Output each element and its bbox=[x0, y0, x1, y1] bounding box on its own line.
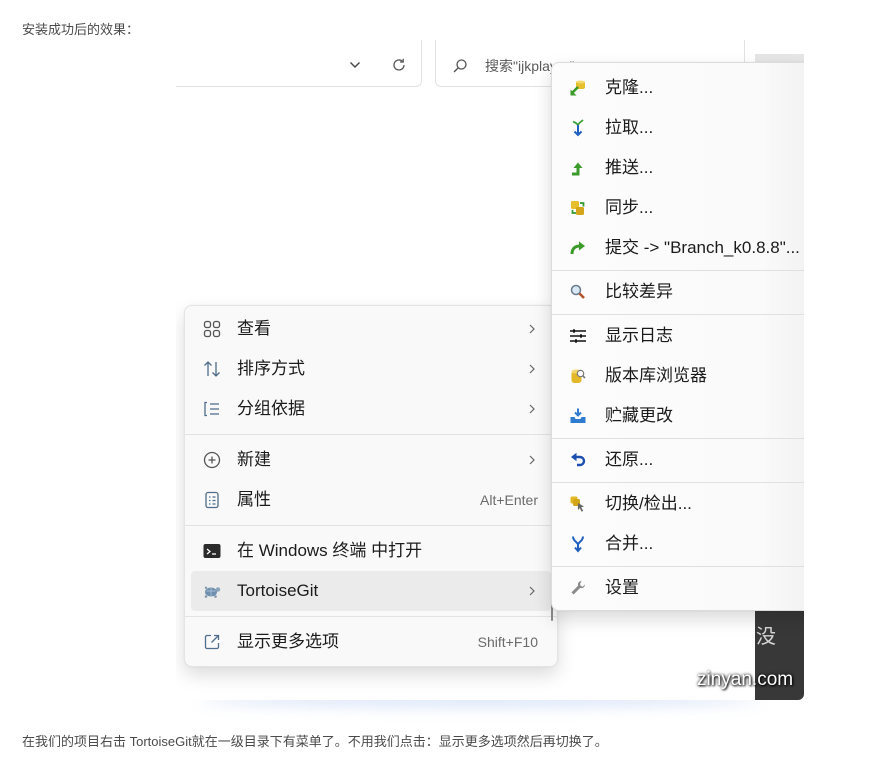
chevron-right-icon bbox=[527, 454, 537, 466]
chevron-right-icon bbox=[527, 323, 537, 335]
context-menu: 查看 排序方式 分组依据 新建 属性 Alt+Enter 在 Windows 终… bbox=[184, 305, 558, 667]
sub-item-switch-checkout[interactable]: 切换/检出... bbox=[552, 484, 804, 524]
context-menu-item-group-by[interactable]: 分组依据 bbox=[191, 389, 551, 429]
diff-icon bbox=[569, 283, 587, 301]
search-icon bbox=[452, 58, 468, 74]
submenu-label: 显示日志 bbox=[605, 326, 673, 345]
sub-item-repo-browser[interactable]: 版本库浏览器 bbox=[552, 356, 804, 396]
caption-top: 安装成功后的效果： bbox=[22, 22, 140, 37]
clone-icon bbox=[569, 79, 587, 97]
context-menu-label: 排序方式 bbox=[237, 359, 305, 378]
tortoisegit-submenu: 克隆... 拉取... 推送... 同步... 提交 -> "Branch_k0… bbox=[551, 62, 804, 611]
context-menu-label: 查看 bbox=[237, 319, 271, 338]
sub-item-revert[interactable]: 还原... bbox=[552, 440, 804, 480]
context-menu-item-open-in-terminal[interactable]: 在 Windows 终端 中打开 bbox=[191, 531, 551, 571]
chevron-right-icon bbox=[527, 403, 537, 415]
context-menu-item-view[interactable]: 查看 bbox=[191, 309, 551, 349]
context-menu-label: 属性 bbox=[237, 490, 271, 509]
menu-separator bbox=[185, 525, 557, 526]
shortcut-label: Alt+Enter bbox=[480, 492, 538, 508]
revert-icon bbox=[569, 451, 587, 469]
context-menu-label: 显示更多选项 bbox=[237, 632, 339, 651]
explorer-screenshot: 搜索"ijkplayer" 没 查看 排序方式 分组依据 新建 属性 Alt+E… bbox=[176, 40, 804, 700]
sub-item-stash[interactable]: 贮藏更改 bbox=[552, 396, 804, 436]
menu-separator bbox=[552, 314, 804, 315]
context-menu-item-show-more-options[interactable]: 显示更多选项 Shift+F10 bbox=[191, 622, 551, 662]
new-icon bbox=[202, 450, 222, 470]
settings-icon bbox=[569, 579, 587, 597]
context-menu-label: 分组依据 bbox=[237, 399, 305, 418]
sub-item-pull[interactable]: 拉取... bbox=[552, 108, 804, 148]
menu-separator bbox=[552, 482, 804, 483]
sub-item-merge[interactable]: 合并... bbox=[552, 524, 804, 564]
context-menu-item-new[interactable]: 新建 bbox=[191, 440, 551, 480]
view-grid-icon bbox=[202, 319, 222, 339]
tortoisegit-icon bbox=[202, 581, 222, 601]
properties-icon bbox=[202, 490, 222, 510]
sub-item-diff[interactable]: 比较差异 bbox=[552, 272, 804, 312]
log-icon bbox=[569, 327, 587, 345]
submenu-label: 版本库浏览器 bbox=[605, 366, 707, 385]
context-menu-item-properties[interactable]: 属性 Alt+Enter bbox=[191, 480, 551, 520]
sub-item-commit[interactable]: 提交 -> "Branch_k0.8.8"... bbox=[552, 228, 804, 268]
group-by-icon bbox=[202, 399, 222, 419]
context-menu-label: 在 Windows 终端 中打开 bbox=[237, 541, 423, 560]
menu-separator bbox=[185, 434, 557, 435]
sort-icon bbox=[202, 359, 222, 379]
sub-item-show-log[interactable]: 显示日志 bbox=[552, 316, 804, 356]
context-menu-label: 新建 bbox=[237, 450, 271, 469]
merge-icon bbox=[569, 535, 587, 553]
caption-bottom: 在我们的项目右击 TortoiseGit就在一级目录下有菜单了。不用我们点击：显… bbox=[22, 734, 608, 749]
chevron-down-icon[interactable] bbox=[348, 58, 362, 72]
commit-icon bbox=[569, 239, 587, 257]
submenu-label: 克隆... bbox=[605, 78, 654, 97]
refresh-icon[interactable] bbox=[391, 57, 407, 73]
sub-item-settings[interactable]: 设置 bbox=[552, 568, 804, 608]
submenu-label: 拉取... bbox=[605, 118, 654, 137]
chevron-right-icon bbox=[527, 585, 537, 597]
sub-item-push[interactable]: 推送... bbox=[552, 148, 804, 188]
submenu-label: 合并... bbox=[605, 534, 654, 553]
sub-item-clone[interactable]: 克隆... bbox=[552, 68, 804, 108]
stash-icon bbox=[569, 407, 587, 425]
context-menu-label: TortoiseGit bbox=[237, 581, 319, 600]
submenu-label: 贮藏更改 bbox=[605, 406, 673, 425]
more-options-icon bbox=[202, 632, 222, 652]
context-menu-item-tortoisegit[interactable]: TortoiseGit bbox=[191, 571, 551, 611]
submenu-label: 推送... bbox=[605, 158, 654, 177]
address-bar[interactable] bbox=[176, 40, 422, 87]
switch-checkout-icon bbox=[569, 495, 587, 513]
sub-item-sync[interactable]: 同步... bbox=[552, 188, 804, 228]
shortcut-label: Shift+F10 bbox=[477, 634, 538, 650]
menu-separator bbox=[552, 566, 804, 567]
menu-separator bbox=[185, 616, 557, 617]
submenu-label: 设置 bbox=[605, 578, 639, 597]
menu-separator bbox=[552, 438, 804, 439]
submenu-label: 还原... bbox=[605, 450, 654, 469]
context-menu-item-sort[interactable]: 排序方式 bbox=[191, 349, 551, 389]
menu-separator bbox=[552, 270, 804, 271]
submenu-label: 提交 -> "Branch_k0.8.8"... bbox=[605, 238, 800, 257]
submenu-label: 比较差异 bbox=[605, 282, 673, 301]
submenu-label: 同步... bbox=[605, 198, 654, 217]
sync-icon bbox=[569, 199, 587, 217]
pull-icon bbox=[569, 119, 587, 137]
chevron-right-icon bbox=[527, 363, 537, 375]
push-icon bbox=[569, 159, 587, 177]
watermark: zinyan.com bbox=[697, 669, 794, 690]
submenu-label: 切换/检出... bbox=[605, 494, 692, 513]
terminal-icon bbox=[202, 541, 222, 561]
background-window-text: 没 bbox=[756, 626, 776, 648]
repo-browser-icon bbox=[569, 367, 587, 385]
